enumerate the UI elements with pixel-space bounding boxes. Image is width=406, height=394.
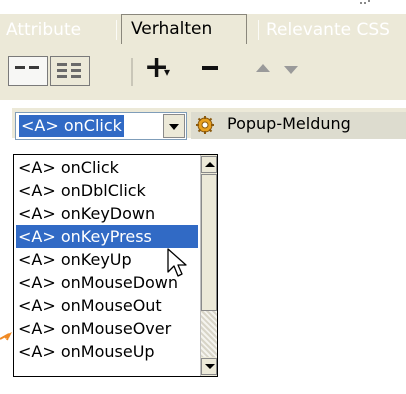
event-option-onmouseover[interactable]: <A> onMouseOver: [16, 317, 198, 340]
action-cell[interactable]: Popup-Meldung: [191, 112, 406, 139]
behaviors-panel: Attribute Verhalten Relevante CSS + ▾ <A…: [0, 0, 406, 394]
tab-verhalten[interactable]: Verhalten: [121, 14, 247, 44]
add-behavior-button[interactable]: + ▾: [144, 48, 174, 88]
up-arrow-icon: [205, 162, 215, 167]
show-all-events-button[interactable]: [50, 56, 90, 86]
behavior-row: <A> onClick Popup-Meldung: [0, 100, 406, 156]
event-option-ondblclick[interactable]: <A> onDblClick: [16, 179, 198, 202]
remove-behavior-button[interactable]: [198, 52, 218, 84]
behaviors-toolbar: + ▾: [0, 44, 406, 100]
scroll-up-button[interactable]: [201, 156, 217, 173]
event-option-onclick[interactable]: <A> onClick: [16, 156, 198, 179]
tab-divider: [116, 20, 117, 40]
scrollbar-track[interactable]: [201, 311, 217, 357]
scrollbar-thumb[interactable]: [201, 174, 217, 311]
scroll-down-button[interactable]: [201, 358, 217, 375]
event-option-onmouseup[interactable]: <A> onMouseUp: [16, 340, 198, 363]
show-set-events-button[interactable]: [8, 56, 48, 86]
chevron-down-icon: [169, 124, 179, 130]
move-up-button[interactable]: [256, 64, 270, 72]
event-select-dropdown-button[interactable]: [163, 114, 185, 138]
chevron-down-icon: ▾: [164, 65, 171, 79]
tab-divider: [258, 20, 259, 40]
event-select[interactable]: <A> onClick: [15, 112, 187, 140]
event-select-value: <A> onClick: [19, 115, 124, 137]
event-option-onmouseout[interactable]: <A> onMouseOut: [16, 294, 198, 317]
toolbar-separator: [131, 58, 133, 86]
action-label: Popup-Meldung: [227, 114, 351, 133]
tab-attribute[interactable]: Attribute: [6, 18, 81, 42]
move-down-button[interactable]: [284, 66, 298, 74]
dropdown-scrollbar[interactable]: [200, 155, 217, 376]
event-option-onkeypress[interactable]: <A> onKeyPress: [16, 225, 198, 248]
minus-icon: [202, 66, 218, 70]
mouse-pointer-icon: [167, 248, 187, 277]
event-option-onkeydown[interactable]: <A> onKeyDown: [16, 202, 198, 225]
gear-icon: [196, 116, 214, 134]
tab-bar: Attribute Verhalten Relevante CSS: [0, 14, 406, 44]
callout-arrow-icon: [0, 332, 12, 341]
resize-grip-icon[interactable]: [358, 0, 370, 6]
tab-relevante-css[interactable]: Relevante CSS: [266, 18, 390, 42]
panel-top-strip: [0, 0, 406, 14]
down-arrow-icon: [205, 364, 215, 369]
